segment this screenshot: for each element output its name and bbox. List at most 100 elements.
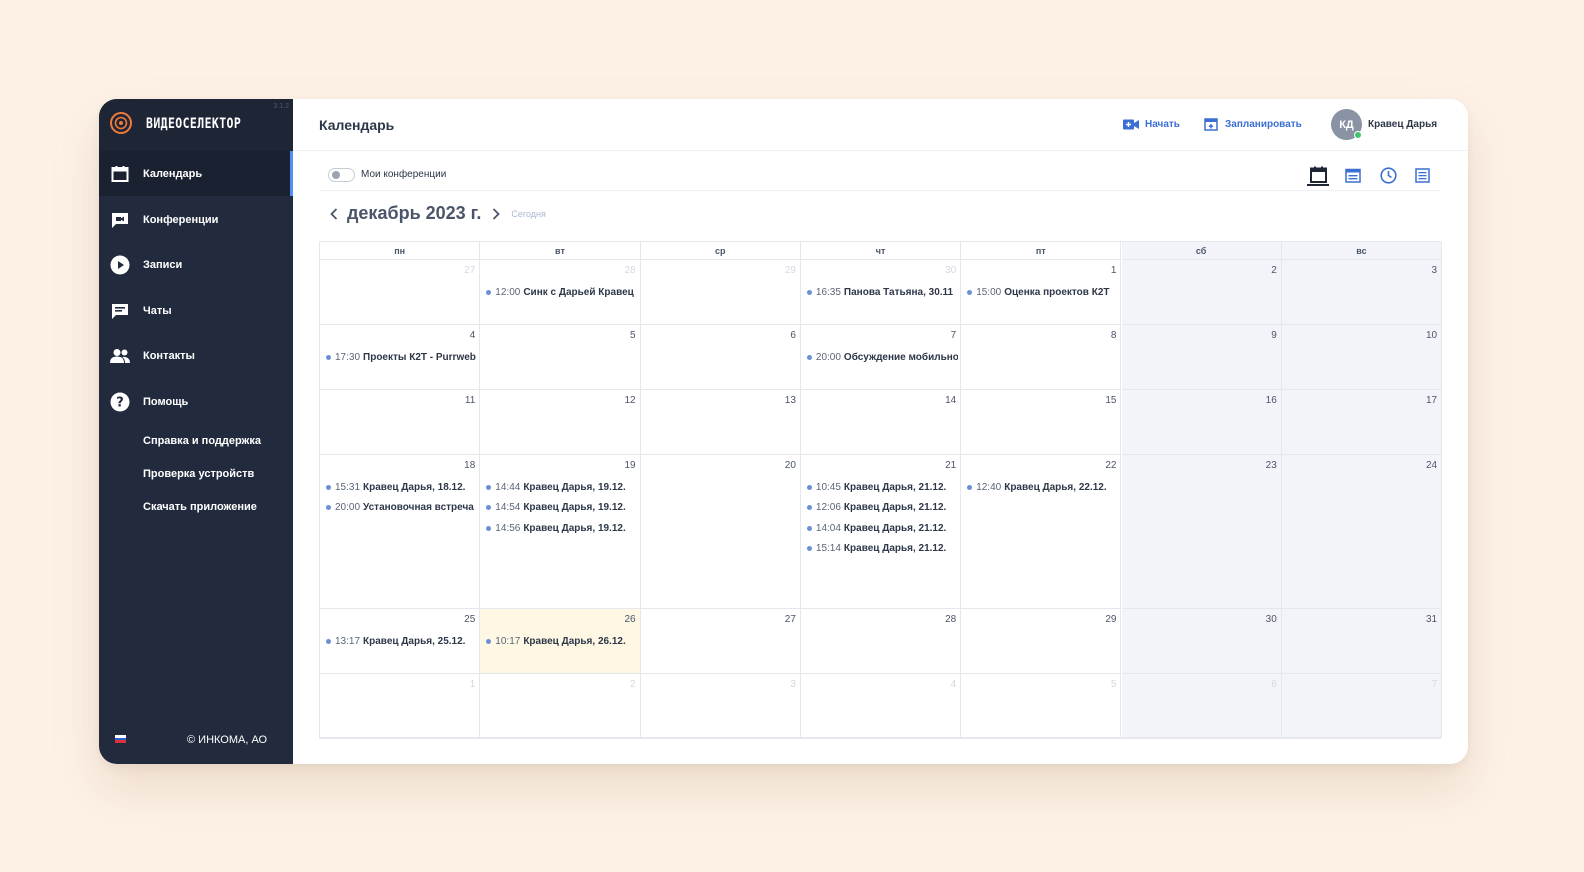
calendar-event[interactable]: 20:00 Установочная встреча [326, 500, 477, 516]
day-number: 3 [790, 679, 796, 690]
calendar-day[interactable]: 3 [640, 674, 801, 738]
calendar-day[interactable]: 18 15:31 Кравец Дарья, 18.12. 20:00 Установо… [320, 455, 481, 609]
sidebar-item-help[interactable]: ? Помощь [99, 379, 293, 424]
event-time: 14:44 [495, 481, 521, 493]
calendar-event[interactable]: 14:44 Кравец Дарья, 19.12. [486, 479, 637, 495]
event-title: Проекты К2Т - Purrweb [363, 351, 476, 363]
calendar-day-today[interactable]: 26 10:17 Кравец Дарья, 26.12. [480, 609, 641, 674]
calendar-day[interactable]: 2 [1121, 260, 1282, 325]
sidebar-item-contacts[interactable]: Контакты [99, 333, 293, 378]
play-icon [110, 255, 130, 275]
day-number: 21 [945, 460, 957, 471]
event-time: 15:00 [976, 286, 1002, 298]
calendar-day[interactable]: 6 [640, 325, 801, 390]
month-view-button[interactable] [1307, 164, 1329, 186]
calendar-day[interactable]: 1 [320, 674, 481, 738]
sidebar-item-conferences[interactable]: Конференции [99, 197, 293, 242]
calendar-event[interactable]: 14:04 Кравец Дарья, 21.12. [806, 520, 958, 536]
chevron-left-icon [330, 207, 338, 220]
sidebar-item-chats[interactable]: Чаты [99, 288, 293, 333]
week-view-button[interactable] [1342, 164, 1364, 186]
calendar-event[interactable]: 10:45 Кравец Дарья, 21.12. [806, 479, 958, 495]
sidebar-item-calendar[interactable]: Календарь [99, 151, 293, 196]
calendar-day[interactable]: 30 [1121, 609, 1282, 674]
sidebar-item-recordings[interactable]: Записи [99, 242, 293, 287]
calendar-day[interactable]: 20 [640, 455, 801, 609]
calendar-day[interactable]: 25 13:17 Кравец Дарья, 25.12. [320, 609, 481, 674]
day-number: 22 [1105, 460, 1117, 471]
calendar-event[interactable]: 14:54 Кравец Дарья, 19.12. [486, 500, 637, 516]
calendar-event[interactable]: 12:06 Кравец Дарья, 21.12. [806, 500, 958, 516]
day-number: 4 [950, 679, 957, 690]
calendar-day[interactable]: 31 [1281, 609, 1443, 674]
calendar-day[interactable]: 8 [961, 325, 1122, 390]
calendar-event[interactable]: 15:31 Кравец Дарья, 18.12. [326, 479, 477, 495]
today-button[interactable]: Сегодня [511, 209, 546, 219]
calendar-day[interactable]: 5 [480, 325, 641, 390]
prev-month-button[interactable] [327, 206, 341, 222]
calendar-event[interactable]: 16:35 Панова Татьяна, 30.11 [806, 284, 958, 300]
calendar-event[interactable]: 13:17 Кравец Дарья, 25.12. [326, 633, 477, 649]
help-link-download-app[interactable]: Скачать приложение [143, 501, 257, 513]
list-view-button[interactable] [1411, 164, 1433, 186]
calendar-event[interactable]: 20:00 Обсуждение мобильного [806, 349, 959, 365]
calendar-day[interactable]: 14 [800, 390, 962, 455]
start-button[interactable]: Начать [1123, 117, 1180, 131]
calendar-day[interactable]: 3 [1281, 260, 1443, 325]
day-number: 14 [945, 395, 957, 406]
calendar-day[interactable]: 15 [961, 390, 1122, 455]
event-title: Обсуждение мобильного [843, 351, 959, 363]
calendar-day[interactable]: 28 [800, 609, 962, 674]
calendar-day[interactable]: 19 14:44 Кравец Дарья, 19.12. 14:54 Кравец Д… [480, 455, 641, 609]
schedule-button[interactable]: Запланировать [1203, 117, 1302, 131]
calendar-day[interactable]: 11 [320, 390, 481, 455]
my-conferences-toggle[interactable] [328, 168, 355, 182]
contacts-icon [110, 346, 130, 366]
calendar-day[interactable]: 7 [1281, 674, 1443, 738]
calendar-day[interactable]: 24 [1281, 455, 1443, 609]
calendar-event[interactable]: 12:00 Синк с Дарьей Кравец [486, 284, 637, 300]
calendar-day[interactable]: 27 [320, 260, 481, 325]
calendar-event[interactable]: 10:17 Кравец Дарья, 26.12. [486, 633, 637, 649]
calendar-day[interactable]: 4 17:30 Проекты К2Т - Purrweb [320, 325, 481, 390]
calendar-day[interactable]: 23 [1121, 455, 1282, 609]
calendar-day[interactable]: 29 [961, 609, 1122, 674]
next-month-button[interactable] [489, 206, 503, 222]
calendar-day[interactable]: 17 [1281, 390, 1443, 455]
calendar-day[interactable]: 22 12:40 Кравец Дарья, 22.12. [961, 455, 1122, 609]
calendar-event[interactable]: 17:30 Проекты К2Т - Purrweb [326, 349, 477, 365]
day-number: 26 [624, 614, 636, 625]
calendar-day[interactable]: 7 20:00 Обсуждение мобильного [800, 325, 962, 390]
calendar-day[interactable]: 5 [961, 674, 1122, 738]
day-view-button[interactable] [1377, 164, 1399, 186]
calendar-day[interactable]: 2 [480, 674, 641, 738]
ru-flag-icon[interactable] [115, 735, 126, 743]
calendar-day[interactable]: 12 [480, 390, 641, 455]
calendar-day[interactable]: 29 [640, 260, 801, 325]
calendar-day[interactable]: 9 [1121, 325, 1282, 390]
calendar-event[interactable]: 15:00 Оценка проектов К2Т [967, 284, 1118, 300]
calendar-event[interactable]: 14:56 Кравец Дарья, 19.12. [486, 520, 637, 536]
day-number: 12 [624, 395, 636, 406]
help-link-support[interactable]: Справка и поддержка [143, 435, 261, 447]
help-link-device-check[interactable]: Проверка устройств [143, 468, 254, 480]
brand[interactable]: ВИДЕОСЕЛЕКТОР 3.1.2 [99, 99, 293, 151]
calendar-event[interactable]: 15:14 Кравец Дарья, 21.12. [806, 541, 958, 557]
avatar-initials: КД [1339, 118, 1354, 131]
calendar-day[interactable]: 27 [640, 609, 801, 674]
calendar-day[interactable]: 6 [1121, 674, 1282, 738]
weekday-header: ср [640, 242, 801, 260]
day-number: 5 [1110, 679, 1117, 690]
calendar-day[interactable]: 16 [1121, 390, 1282, 455]
calendar-day[interactable]: 13 [640, 390, 801, 455]
calendar-day[interactable]: 10 [1281, 325, 1443, 390]
user-menu[interactable]: КД Кравец Дарья [1331, 109, 1437, 140]
calendar-day[interactable]: 30 16:35 Панова Татьяна, 30.11 [800, 260, 962, 325]
calendar-day[interactable]: 21 10:45 Кравец Дарья, 21.12. 12:06 Кравец Д… [800, 455, 962, 609]
event-dot-icon [806, 525, 812, 531]
calendar-day[interactable]: 4 [800, 674, 962, 738]
calendar-day[interactable]: 1 15:00 Оценка проектов К2Т [961, 260, 1122, 325]
calendar-event[interactable]: 12:40 Кравец Дарья, 22.12. [967, 479, 1118, 495]
week-view-icon [1345, 168, 1361, 183]
calendar-day[interactable]: 28 12:00 Синк с Дарьей Кравец [480, 260, 641, 325]
